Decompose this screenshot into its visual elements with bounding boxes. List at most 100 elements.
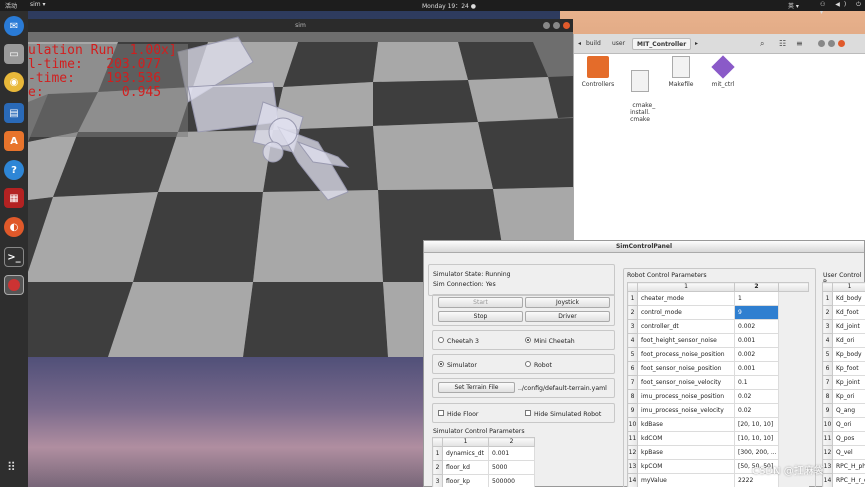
param-value[interactable]: 1 xyxy=(734,291,779,306)
param-value[interactable]: 0.001 xyxy=(488,446,535,461)
table-row[interactable]: 7 Kp_joint xyxy=(822,375,865,390)
param-value[interactable]: 9 xyxy=(734,305,779,320)
param-value[interactable]: [20, 10, 10] xyxy=(734,417,779,432)
table-row[interactable]: 11 Q_pos xyxy=(822,431,865,446)
file-icon xyxy=(672,56,690,78)
thunderbird-icon[interactable]: ✉ xyxy=(4,16,24,36)
sim-connection: Sim Connection: Yes xyxy=(433,281,496,288)
maximize-icon[interactable] xyxy=(828,40,835,47)
simulator-radio[interactable] xyxy=(438,361,444,367)
disc-icon[interactable] xyxy=(4,275,24,295)
table-row[interactable]: 10 kdBase [20, 10, 10] xyxy=(627,417,809,432)
robot-radio[interactable] xyxy=(525,361,531,367)
row-number: 12 xyxy=(822,445,833,460)
minimize-icon[interactable] xyxy=(543,22,550,29)
start-button[interactable]: Start xyxy=(438,297,523,308)
hide-floor-checkbox[interactable] xyxy=(438,410,444,416)
param-value[interactable]: 0.001 xyxy=(734,361,779,376)
breadcrumb-right-arrow[interactable]: ▸ xyxy=(691,38,702,50)
table-row[interactable]: 8 Kp_ori xyxy=(822,389,865,404)
table-row[interactable]: 1 dynamics_dt 0.001 xyxy=(432,446,535,461)
table-row[interactable]: 2 Kd_foot xyxy=(822,305,865,320)
param-value[interactable]: 0.02 xyxy=(734,389,779,404)
table-row[interactable]: 13 RPC_H_ph xyxy=(822,459,865,474)
mini-cheetah-radio[interactable] xyxy=(525,337,531,343)
system-menu[interactable]: ⚇ ◀) ⏻ ▾ xyxy=(820,1,865,16)
table-row[interactable]: 10 Q_ori xyxy=(822,417,865,432)
table-row[interactable]: 9 Q_ang xyxy=(822,403,865,418)
terminal-icon[interactable]: >_ xyxy=(4,247,24,267)
cheetah3-radio[interactable] xyxy=(438,337,444,343)
table-row[interactable]: 6 foot_sensor_noise_position 0.001 xyxy=(627,361,809,376)
file-mit-ctrl[interactable]: mit_ctrl xyxy=(700,55,746,88)
menu-icon[interactable]: ≡ xyxy=(796,39,803,48)
row-number: 11 xyxy=(822,431,833,446)
stop-button[interactable]: Stop xyxy=(438,311,523,322)
firefox-icon[interactable]: ◐ xyxy=(4,217,24,237)
param-name: RPC_H_r_o xyxy=(832,473,865,487)
hide-robot-checkbox[interactable] xyxy=(525,410,531,416)
help-icon[interactable]: ? xyxy=(4,160,24,180)
joystick-button[interactable]: Joystick xyxy=(525,297,610,308)
table-row[interactable]: 6 Kp_foot xyxy=(822,361,865,376)
maximize-icon[interactable] xyxy=(553,22,560,29)
file-cmake-install[interactable]: cmake_ install. cmake xyxy=(617,56,663,130)
table-row[interactable]: 14 RPC_H_r_o xyxy=(822,473,865,487)
writer-icon[interactable]: ▤ xyxy=(4,103,24,123)
minimize-icon[interactable] xyxy=(818,40,825,47)
set-terrain-file-button[interactable]: Set Terrain File xyxy=(438,382,515,393)
app-menu[interactable]: sim ▾ xyxy=(30,1,46,8)
param-value[interactable]: [300, 200, ... xyxy=(734,445,779,460)
table-row[interactable]: 4 Kd_ori xyxy=(822,333,865,348)
breadcrumb-mit-controller[interactable]: MIT_Controller xyxy=(632,38,692,50)
table-row[interactable]: 1 cheater_mode 1 xyxy=(627,291,809,306)
table-row[interactable]: 5 foot_process_noise_position 0.002 xyxy=(627,347,809,362)
software-icon[interactable]: A xyxy=(4,131,24,151)
activities-button[interactable]: 活动 xyxy=(5,1,17,10)
input-method[interactable]: 英 ▾ xyxy=(788,1,799,10)
rhythmbox-icon[interactable]: ◉ xyxy=(4,72,24,92)
breadcrumb-build[interactable]: build xyxy=(582,38,605,50)
column-header: 2 xyxy=(488,437,535,447)
param-value[interactable]: 0.001 xyxy=(734,333,779,348)
param-value[interactable]: 0.002 xyxy=(734,319,779,334)
search-icon[interactable]: ⌕ xyxy=(760,39,764,49)
row-number: 2 xyxy=(432,460,443,475)
table-row[interactable]: 3 controller_dt 0.002 xyxy=(627,319,809,334)
param-value[interactable]: 0.02 xyxy=(734,403,779,418)
gpu-icon[interactable]: ▦ xyxy=(4,188,24,208)
table-row[interactable]: 7 foot_sensor_noise_velocity 0.1 xyxy=(627,375,809,390)
row-number: 3 xyxy=(627,319,638,334)
table-row[interactable]: 9 imu_process_noise_velocity 0.02 xyxy=(627,403,809,418)
folder-controllers[interactable]: Controllers xyxy=(575,56,621,88)
driver-button[interactable]: Driver xyxy=(525,311,610,322)
item-label: Makefile xyxy=(668,81,694,88)
table-row[interactable]: 3 Kd_joint xyxy=(822,319,865,334)
table-row[interactable]: 12 kpBase [300, 200, ... xyxy=(627,445,809,460)
sim-window-controls xyxy=(543,22,570,29)
table-row[interactable]: 11 kdCOM [10, 10, 10] xyxy=(627,431,809,446)
table-row[interactable]: 8 imu_process_noise_position 0.02 xyxy=(627,389,809,404)
table-row[interactable]: 4 foot_height_sensor_noise 0.001 xyxy=(627,333,809,348)
clock[interactable]: Monday 19：24 ● xyxy=(422,1,476,10)
view-list-icon[interactable]: ☷ xyxy=(779,39,786,48)
row-number: 1 xyxy=(432,446,443,461)
table-row[interactable]: 2 control_mode 9 xyxy=(627,305,809,320)
table-row[interactable]: 3 floor_kp 500000 xyxy=(432,474,535,487)
table-row[interactable]: 12 Q_vel xyxy=(822,445,865,460)
table-row[interactable]: 2 floor_kd 5000 xyxy=(432,460,535,475)
param-value[interactable]: 0.002 xyxy=(734,347,779,362)
breadcrumb-user[interactable]: user xyxy=(608,38,629,50)
param-name: cheater_mode xyxy=(637,291,735,306)
files-icon[interactable]: ▭ xyxy=(4,44,24,64)
show-apps-icon[interactable]: ⠿ xyxy=(7,461,21,479)
close-icon[interactable] xyxy=(838,40,845,47)
param-value[interactable]: 0.1 xyxy=(734,375,779,390)
param-value[interactable]: 500000 xyxy=(488,474,535,487)
close-icon[interactable] xyxy=(563,22,570,29)
table-row[interactable]: 5 Kp_body xyxy=(822,347,865,362)
param-value[interactable]: 5000 xyxy=(488,460,535,475)
param-value[interactable]: [10, 10, 10] xyxy=(734,431,779,446)
file-makefile[interactable]: Makefile xyxy=(658,56,704,88)
table-row[interactable]: 1 Kd_body xyxy=(822,291,865,306)
